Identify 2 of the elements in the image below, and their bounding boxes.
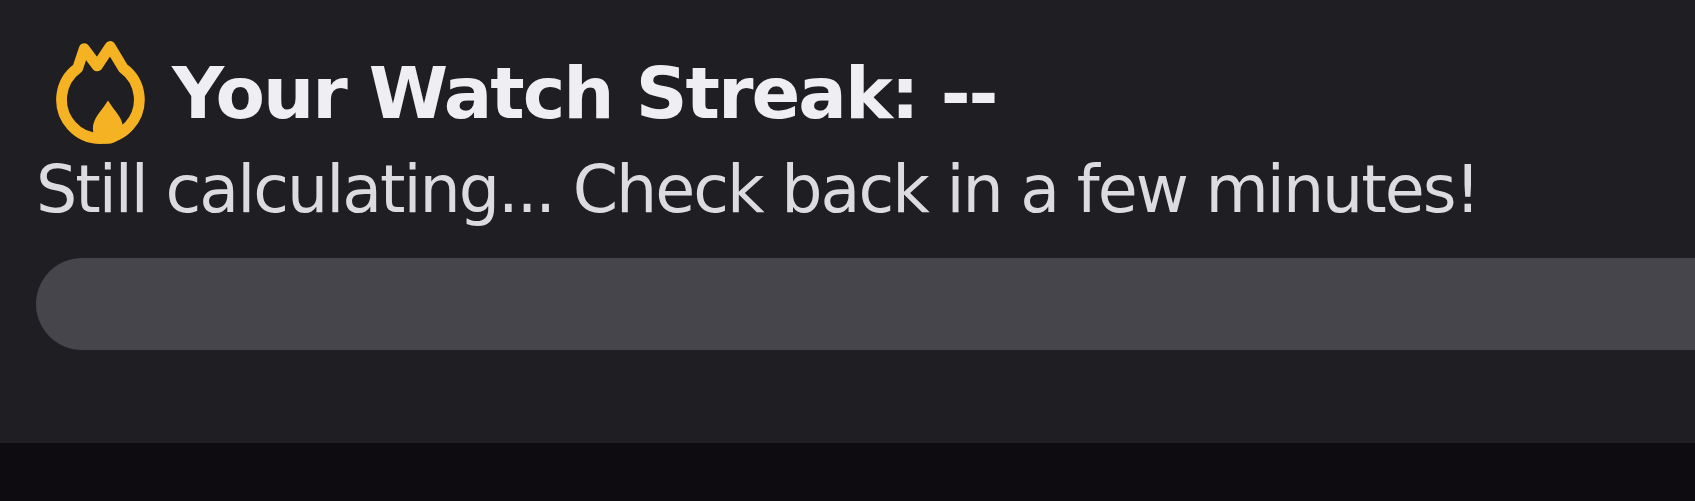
streak-message: Still calculating... Check back in a few minutes! (36, 154, 1480, 226)
streak-title: Your Watch Streak: -- (172, 54, 997, 134)
